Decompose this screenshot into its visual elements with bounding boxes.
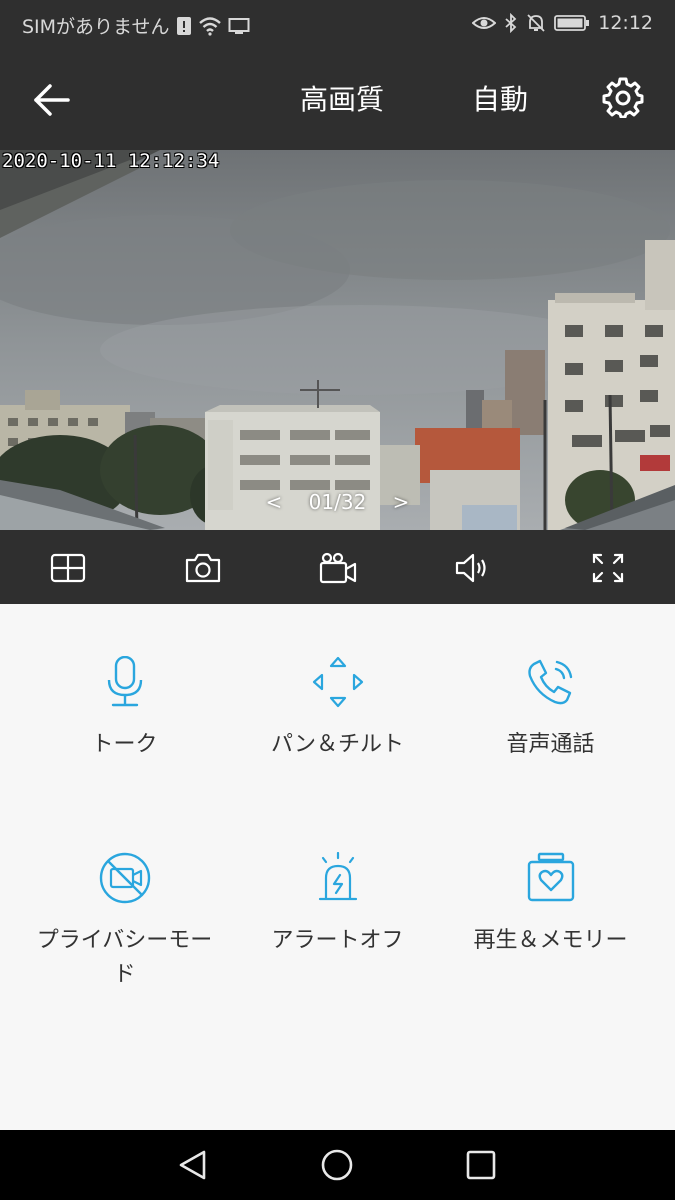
feature-voice-call-label: 音声通話 [506,732,595,757]
system-nav-bar [0,1130,675,1200]
feature-playback-memory[interactable]: 再生＆メモリー [438,852,663,958]
gear-icon[interactable] [602,76,644,118]
camera-scene-image [0,150,675,530]
nav-home-icon[interactable] [320,1148,354,1182]
next-camera-button[interactable]: > [393,490,410,514]
camera-pager: < 01/32 > [0,490,675,514]
feature-privacy-mode-label: プライバシーモード [36,928,213,987]
feature-voice-call[interactable]: 音声通話 [438,656,663,762]
speaker-icon[interactable] [453,550,493,586]
nav-back-icon[interactable] [176,1148,210,1182]
bell-muted-icon [527,14,545,32]
feature-grid: トーク パン＆チルト 音声通話 プライバシーモード アラートオフ 再生＆メモリー [0,604,675,1130]
video-record-icon[interactable] [318,550,358,586]
camera-timestamp: 2020-10-11 12:12:34 [2,150,220,172]
status-bar: SIMがありません 12:12 [0,0,675,48]
camera-snapshot-icon[interactable] [183,550,223,586]
prev-camera-button[interactable]: < [266,490,283,514]
camera-control-bar [0,530,675,604]
pan-tilt-arrows-icon [312,656,363,708]
carrier-text: SIMがありません [22,16,170,38]
memory-box-icon [527,852,574,902]
screen-cast-icon [228,17,249,34]
feature-talk-label: トーク [91,732,158,757]
feature-alert-off[interactable]: アラートオフ [225,852,450,958]
phone-call-icon [527,659,572,705]
fullscreen-icon[interactable] [588,550,628,586]
feature-playback-memory-label: 再生＆メモリー [473,928,628,953]
grid-view-icon[interactable] [48,550,88,586]
sim-alert-icon [176,16,191,35]
nav-recents-icon[interactable] [464,1148,498,1182]
feature-talk[interactable]: トーク [12,656,237,762]
clock-text: 12:12 [598,12,653,34]
camera-page-indicator: 01/32 [308,490,367,514]
camera-live-view[interactable]: 2020-10-11 12:12:34 < 01/32 > [0,150,675,530]
app-bar: 高画質 自動 [0,48,675,150]
feature-privacy-mode[interactable]: プライバシーモード [12,852,237,992]
feature-pan-tilt-label: パン＆チルト [270,732,405,757]
microphone-icon [107,656,142,707]
bluetooth-icon [505,13,517,33]
feature-alert-off-label: アラートオフ [271,928,404,953]
alarm-light-icon [318,852,357,901]
privacy-camera-off-icon [99,852,150,904]
eye-icon [472,17,497,29]
quality-selector[interactable]: 高画質 [300,78,384,118]
feature-pan-tilt[interactable]: パン＆チルト [225,656,450,762]
battery-icon [554,15,590,31]
back-arrow-icon[interactable] [30,78,74,122]
wifi-icon [198,16,221,36]
mode-selector[interactable]: 自動 [472,78,528,118]
